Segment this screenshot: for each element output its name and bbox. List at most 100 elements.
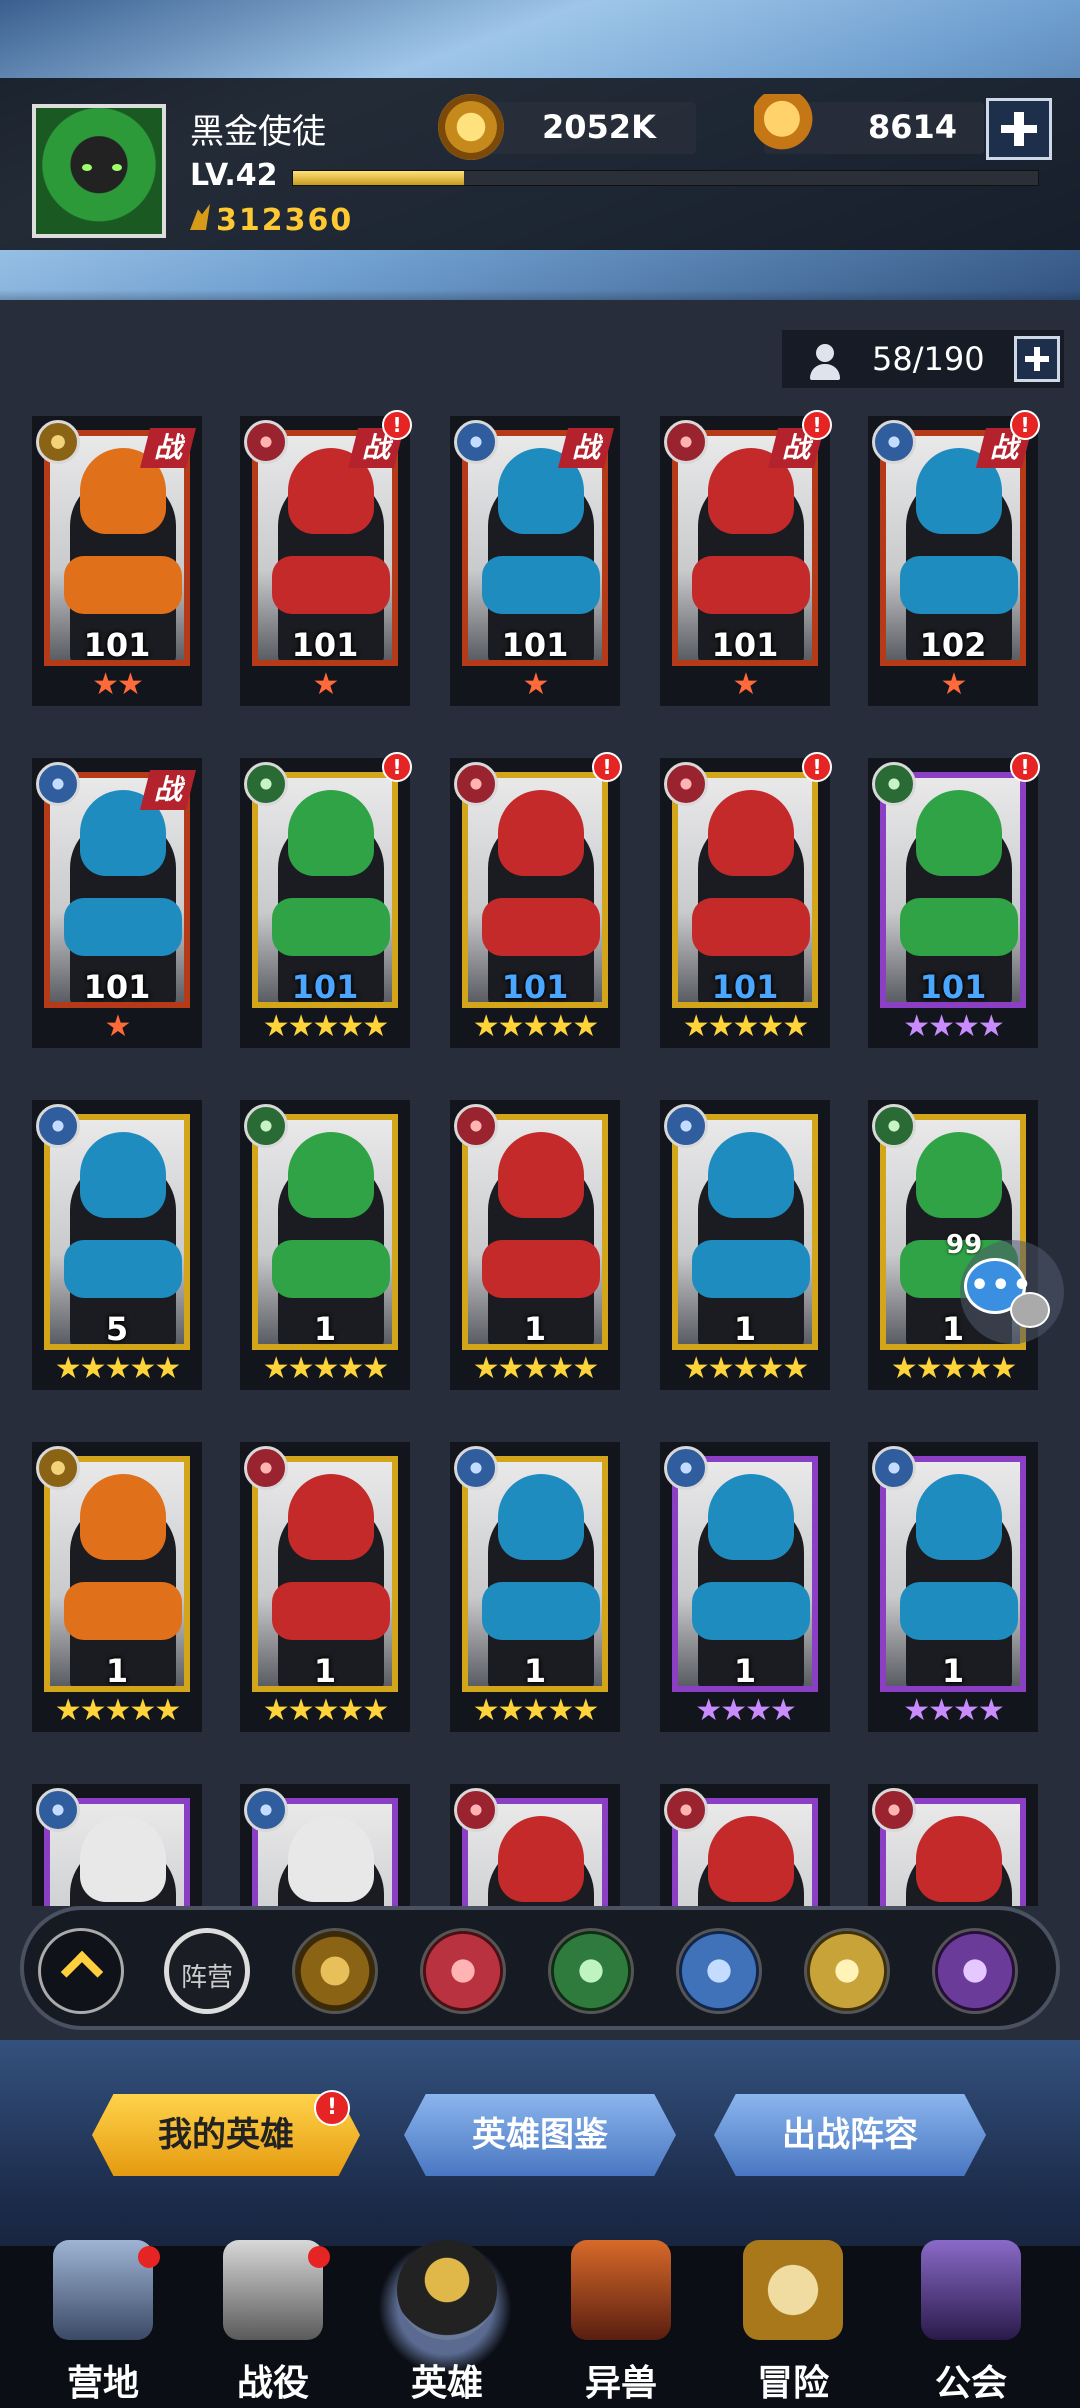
hero-eye bbox=[750, 1524, 762, 1531]
xp-bar bbox=[292, 170, 1039, 186]
hero-stars: ★★ bbox=[92, 667, 144, 702]
hero-cloth bbox=[692, 898, 810, 956]
tab-battle-lineup[interactable]: 出战阵容 bbox=[714, 2094, 986, 2176]
leaf-icon bbox=[244, 762, 288, 806]
hero-hood bbox=[916, 1816, 1002, 1902]
hero-cloth bbox=[272, 1240, 390, 1298]
power-icon bbox=[190, 204, 210, 230]
nav-guild[interactable]: 公会 bbox=[896, 2236, 1046, 2408]
hero-stars: ★ bbox=[312, 667, 340, 702]
player-level: LV.42 bbox=[190, 158, 278, 193]
hero-stars: ★★★★★ bbox=[54, 1351, 181, 1386]
hero-card[interactable]: 战! 101 ★ bbox=[660, 410, 832, 706]
hero-card[interactable]: 战! 101 ★ bbox=[240, 410, 412, 706]
fire-icon bbox=[872, 1788, 916, 1832]
gold-coin-icon bbox=[438, 94, 504, 160]
hero-hood bbox=[498, 1474, 584, 1560]
notification-dot bbox=[308, 2246, 330, 2268]
light-faction-filter-icon[interactable] bbox=[804, 1928, 890, 2014]
hero-eye bbox=[122, 1182, 134, 1189]
hero-stars: ★★★★★ bbox=[890, 1351, 1017, 1386]
hero-stars: ★★★★★ bbox=[472, 1009, 599, 1044]
hero-card-partial[interactable] bbox=[240, 1784, 410, 1906]
hero-card[interactable]: 1 ★★★★ bbox=[660, 1442, 830, 1732]
expand-capacity-button[interactable] bbox=[1014, 336, 1060, 382]
hero-hood bbox=[708, 790, 794, 876]
water-icon bbox=[872, 1446, 916, 1490]
alert-badge: ! bbox=[1010, 410, 1040, 440]
add-resource-button[interactable] bbox=[986, 98, 1052, 160]
leaf-faction-filter-icon[interactable] bbox=[548, 1928, 634, 2014]
water-icon bbox=[36, 1788, 80, 1832]
hero-stars: ★★★★ bbox=[695, 1693, 797, 1728]
fire-faction-filter-icon[interactable] bbox=[420, 1928, 506, 2014]
water-icon bbox=[664, 1446, 708, 1490]
hero-card[interactable]: ! 101 ★★★★★ bbox=[660, 752, 832, 1048]
hero-eye bbox=[330, 1182, 342, 1189]
hero-card-partial[interactable] bbox=[660, 1784, 830, 1906]
hero-card[interactable]: 1 ★★★★★ bbox=[240, 1100, 410, 1390]
hero-cloth bbox=[64, 898, 182, 956]
water-faction-filter-icon[interactable] bbox=[676, 1928, 762, 2014]
tab-hero-codex[interactable]: 英雄图鉴 bbox=[404, 2094, 676, 2176]
chat-bubble[interactable]: ••• 99 bbox=[946, 1230, 1064, 1344]
hero-card[interactable]: 1 ★★★★★ bbox=[660, 1100, 830, 1390]
hero-card[interactable]: 5 ★★★★★ bbox=[32, 1100, 202, 1390]
nav-beast[interactable]: 异兽 bbox=[546, 2236, 696, 2408]
hero-level: 101 bbox=[919, 968, 987, 1006]
hero-card[interactable]: 战 101 ★ bbox=[32, 758, 202, 1048]
hero-card-partial[interactable] bbox=[868, 1784, 1038, 1906]
nav-battle[interactable]: 战役 bbox=[198, 2236, 348, 2408]
camp-filter-button[interactable]: 阵营 bbox=[164, 1928, 250, 2014]
nav-camp[interactable]: 营地 bbox=[28, 2236, 178, 2408]
hero-card-partial[interactable] bbox=[32, 1784, 202, 1906]
hero-level: 1 bbox=[523, 1310, 547, 1348]
player-avatar[interactable] bbox=[32, 104, 166, 238]
hero-card[interactable]: 1 ★★★★ bbox=[868, 1442, 1038, 1732]
hero-level: 1 bbox=[313, 1310, 337, 1348]
hero-card[interactable]: 战! 102 ★ bbox=[868, 410, 1040, 706]
hero-card[interactable]: 战 101 ★★ bbox=[32, 416, 202, 706]
leaf-icon bbox=[872, 1104, 916, 1148]
chat-unread-count: 99 bbox=[946, 1230, 983, 1260]
sun-faction-filter-icon[interactable] bbox=[292, 1928, 378, 2014]
hero-level: 1 bbox=[733, 1310, 757, 1348]
hero-card[interactable]: ! 101 ★★★★★ bbox=[240, 752, 412, 1048]
hero-level: 5 bbox=[105, 1310, 129, 1348]
hero-cloth bbox=[482, 556, 600, 614]
nav-label: 战役 bbox=[236, 2363, 309, 2404]
hero-card[interactable]: 1 ★★★★★ bbox=[240, 1442, 410, 1732]
hero-eye bbox=[958, 1182, 970, 1189]
nav-label: 异兽 bbox=[584, 2363, 657, 2404]
hero-eye bbox=[330, 498, 342, 505]
hero-level: 102 bbox=[919, 626, 987, 664]
hero-card[interactable]: 1 ★★★★★ bbox=[32, 1442, 202, 1732]
hero-cloth bbox=[272, 1582, 390, 1640]
hero-card[interactable]: 战 101 ★ bbox=[450, 416, 620, 706]
hero-hood bbox=[80, 1816, 166, 1902]
collapse-up-button[interactable] bbox=[38, 1928, 124, 2014]
hero-eye bbox=[540, 498, 552, 505]
hero-card[interactable]: 1 ★★★★★ bbox=[450, 1442, 620, 1732]
gold-value: 2052K bbox=[542, 108, 656, 146]
person-icon bbox=[808, 344, 844, 380]
player-power-value: 312360 bbox=[216, 203, 354, 238]
hero-card-partial[interactable] bbox=[450, 1784, 620, 1906]
nav-adventure[interactable]: 冒险 bbox=[718, 2236, 868, 2408]
alert-badge: ! bbox=[802, 410, 832, 440]
hero-hood bbox=[916, 1474, 1002, 1560]
dark-faction-filter-icon[interactable] bbox=[932, 1928, 1018, 2014]
camp-filter-label: 阵营 bbox=[180, 1963, 233, 1993]
hero-level: 1 bbox=[313, 1652, 337, 1690]
hero-card[interactable]: ! 101 ★★★★ bbox=[868, 752, 1040, 1048]
hero-card[interactable]: 1 ★★★★★ bbox=[450, 1100, 620, 1390]
nav-hero[interactable]: 英雄 bbox=[372, 2236, 522, 2408]
water-icon bbox=[454, 1446, 498, 1490]
hero-card[interactable]: ! 101 ★★★★★ bbox=[450, 752, 622, 1048]
sun-icon bbox=[36, 420, 80, 464]
hero-stars: ★★★★★ bbox=[262, 1351, 389, 1386]
notification-dot bbox=[138, 2246, 160, 2268]
player-power: 312360 bbox=[190, 203, 353, 238]
hero-level: 101 bbox=[711, 626, 779, 664]
hero-stars: ★★★★★ bbox=[262, 1693, 389, 1728]
